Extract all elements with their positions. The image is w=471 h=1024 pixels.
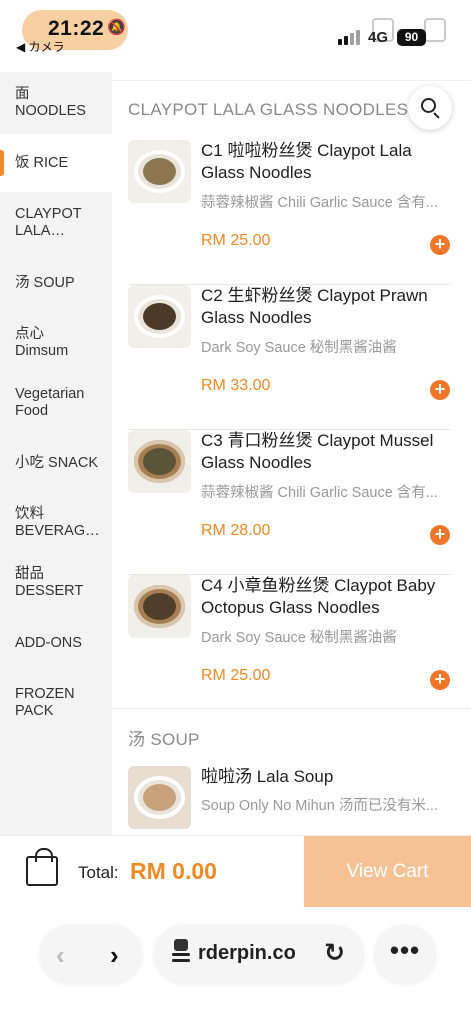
item-description: 蒜蓉辣椒酱 Chili Garlic Sauce 含有...: [201, 485, 438, 501]
section-divider: [112, 708, 471, 709]
sidebar-item-frozen-pack[interactable]: FROZEN PACK: [0, 672, 112, 734]
sidebar-item-add-ons[interactable]: ADD-ONS: [0, 614, 112, 672]
menu-item[interactable]: C4 小章鱼粉丝煲 Claypot Baby Octopus Glass Noo…: [128, 575, 451, 720]
sidebar-item-label: 甜品 DESSERT: [15, 566, 84, 599]
sidebar-item-dessert[interactable]: 甜品 DESSERT: [0, 552, 112, 614]
menu-list: CLAYPOT LALA GLASS NOODLES C1 啦啦粉丝煲 Clay…: [112, 72, 471, 835]
item-description: Soup Only No Mihun 汤而已没有米...: [201, 798, 438, 814]
item-name: C3 青口粉丝煲 Claypot Mussel Glass Noodles: [201, 431, 434, 472]
cart-bar: Total: RM 0.00 View Cart: [0, 835, 471, 908]
item-description: Dark Soy Sauce 秘制黑酱油酱: [201, 340, 397, 356]
item-description: 蒜蓉辣椒酱 Chili Garlic Sauce 含有...: [201, 195, 438, 211]
sidebar-item-label: FROZEN PACK: [15, 686, 75, 719]
forward-arrow-icon[interactable]: ›: [110, 940, 119, 971]
search-button[interactable]: [408, 86, 452, 130]
total-label: Total:: [78, 863, 119, 882]
sidebar-item-label: 小吃 SNACK: [15, 454, 98, 471]
item-price: RM 28.00: [201, 522, 271, 539]
url-text: rderpin.co: [198, 942, 296, 964]
item-image: [128, 575, 191, 638]
sidebar-item-label: Vegetarian Food: [15, 386, 85, 419]
section-title: CLAYPOT LALA GLASS NOODLES: [128, 100, 409, 119]
item-price: RM 25.00: [201, 232, 271, 249]
item-name: 啦啦汤 Lala Soup: [201, 767, 334, 786]
status-bar: 21:22 🔕 ◀ カメラ 4G 90: [0, 0, 471, 70]
sidebar-item-label: 汤 SOUP: [15, 274, 75, 291]
menu-item[interactable]: 啦啦汤 Lala Soup Soup Only No Mihun 汤而已没有米.…: [128, 766, 451, 835]
sidebar-item-label: ADD-ONS: [15, 634, 82, 651]
add-item-button[interactable]: +: [430, 380, 450, 400]
item-image: [128, 430, 191, 493]
item-name: C2 生虾粉丝煲 Claypot Prawn Glass Noodles: [201, 286, 428, 327]
shopping-bag-icon[interactable]: [26, 848, 58, 886]
address-bar[interactable]: rderpin.co ↻: [154, 925, 364, 983]
network-type: 4G: [368, 29, 389, 46]
sidebar-item-label: 饭 RICE: [15, 154, 69, 171]
clipboard-icon: [424, 18, 446, 42]
sidebar-item-label: 饮料 BEVERAG…: [15, 506, 100, 539]
item-price: RM 33.00: [201, 377, 271, 394]
item-price: RM 25.00: [201, 667, 271, 684]
item-name: C4 小章鱼粉丝煲 Claypot Baby Octopus Glass Noo…: [201, 576, 436, 617]
nav-buttons: ‹ ›: [40, 925, 142, 983]
sidebar-item-dimsum[interactable]: 点心 Dimsum: [0, 312, 112, 374]
sidebar-item-label: 面 NOODLES: [15, 86, 86, 119]
category-sidebar: 面 NOODLES 饭 RICE CLAYPOT LALA… 汤 SOUP 点心…: [0, 72, 112, 835]
menu-item[interactable]: C2 生虾粉丝煲 Claypot Prawn Glass Noodles Dar…: [128, 285, 451, 430]
back-to-app-link[interactable]: ◀ カメラ: [16, 38, 65, 55]
item-description: Dark Soy Sauce 秘制黑酱油酱: [201, 630, 397, 646]
add-item-button[interactable]: +: [430, 235, 450, 255]
add-item-button[interactable]: +: [430, 670, 450, 690]
sidebar-item-label: CLAYPOT LALA…: [15, 206, 82, 239]
more-icon: •••: [389, 935, 421, 965]
menu-item[interactable]: C3 青口粉丝煲 Claypot Mussel Glass Noodles 蒜蓉…: [128, 430, 451, 575]
view-cart-button[interactable]: View Cart: [304, 836, 471, 908]
reload-icon[interactable]: ↻: [324, 938, 345, 968]
page-menu-icon[interactable]: [170, 939, 194, 965]
section-title: 汤 SOUP: [128, 730, 200, 749]
sidebar-item-label: 点心 Dimsum: [15, 326, 69, 359]
add-item-button[interactable]: +: [430, 525, 450, 545]
sidebar-item-beverage[interactable]: 饮料 BEVERAG…: [0, 494, 112, 552]
sidebar-item-soup[interactable]: 汤 SOUP: [0, 254, 112, 312]
sidebar-item-snack[interactable]: 小吃 SNACK: [0, 432, 112, 494]
more-button[interactable]: •••: [374, 925, 436, 983]
sidebar-item-vegetarian[interactable]: Vegetarian Food: [0, 374, 112, 432]
search-icon: [421, 98, 436, 113]
signal-icon: [338, 30, 360, 45]
battery-indicator: 90: [397, 29, 426, 46]
total-value: RM 0.00: [130, 858, 217, 884]
sidebar-item-noodles[interactable]: 面 NOODLES: [0, 72, 112, 134]
sidebar-item-claypot-lala[interactable]: CLAYPOT LALA…: [0, 192, 112, 254]
back-arrow-icon[interactable]: ‹: [56, 940, 65, 971]
browser-toolbar: ‹ › rderpin.co ↻ •••: [0, 907, 471, 1024]
item-name: C1 啦啦粉丝煲 Claypot Lala Glass Noodles: [201, 141, 412, 182]
menu-item[interactable]: C1 啦啦粉丝煲 Claypot Lala Glass Noodles 蒜蓉辣椒…: [128, 140, 451, 285]
sidebar-item-rice[interactable]: 饭 RICE: [0, 134, 112, 192]
divider: [112, 80, 471, 81]
item-image: [128, 140, 191, 203]
silent-bell-icon: 🔕: [107, 19, 126, 36]
item-image: [128, 285, 191, 348]
item-image: [128, 766, 191, 829]
